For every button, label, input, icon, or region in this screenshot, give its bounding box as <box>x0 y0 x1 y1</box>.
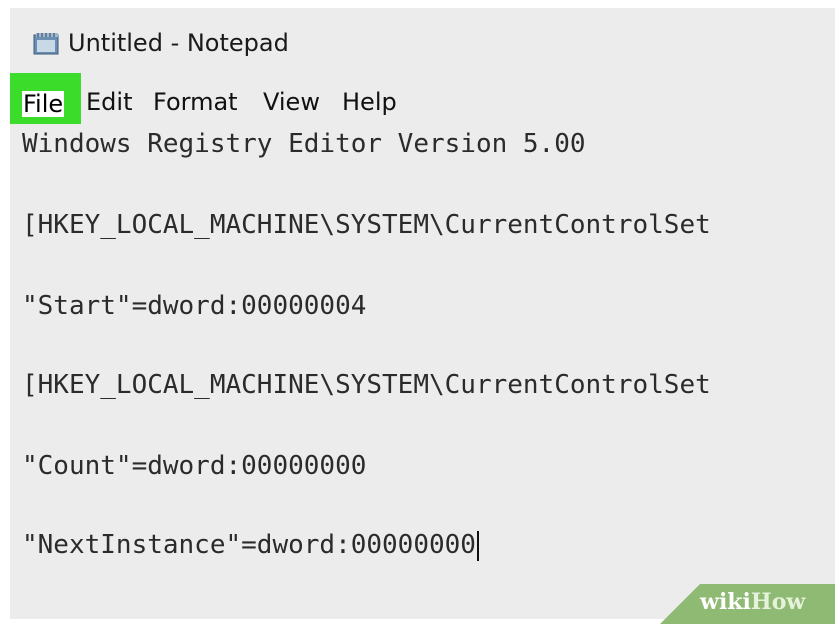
text-caret <box>476 530 479 561</box>
notepad-window: Untitled - Notepad File Edit Format View… <box>10 8 835 619</box>
watermark-wiki: wiki <box>700 589 751 615</box>
title-bar: Untitled - Notepad <box>10 8 835 76</box>
window-title: Untitled - Notepad <box>68 29 289 57</box>
editor-line: [HKEY_LOCAL_MACHINE\SYSTEM\CurrentContro… <box>22 210 711 240</box>
editor-line: [HKEY_LOCAL_MACHINE\SYSTEM\CurrentContro… <box>22 370 711 400</box>
notepad-icon <box>33 33 59 55</box>
editor-line: Windows Registry Editor Version 5.00 <box>22 129 586 159</box>
menu-bar <box>10 78 835 124</box>
editor-line-text: "NextInstance"=dword:00000000 <box>22 530 476 560</box>
watermark-how: How <box>750 589 806 615</box>
editor-line: "Start"=dword:00000004 <box>22 291 367 321</box>
menu-format[interactable]: Format <box>153 88 238 116</box>
watermark-logo: wikiHow <box>700 589 805 615</box>
menu-edit[interactable]: Edit <box>86 88 132 116</box>
menu-view[interactable]: View <box>263 88 320 116</box>
menu-help[interactable]: Help <box>342 88 397 116</box>
menu-file[interactable]: File <box>22 91 65 117</box>
editor-line-last: "NextInstance"=dword:00000000 <box>22 530 479 561</box>
editor-line: "Count"=dword:00000000 <box>22 451 367 481</box>
